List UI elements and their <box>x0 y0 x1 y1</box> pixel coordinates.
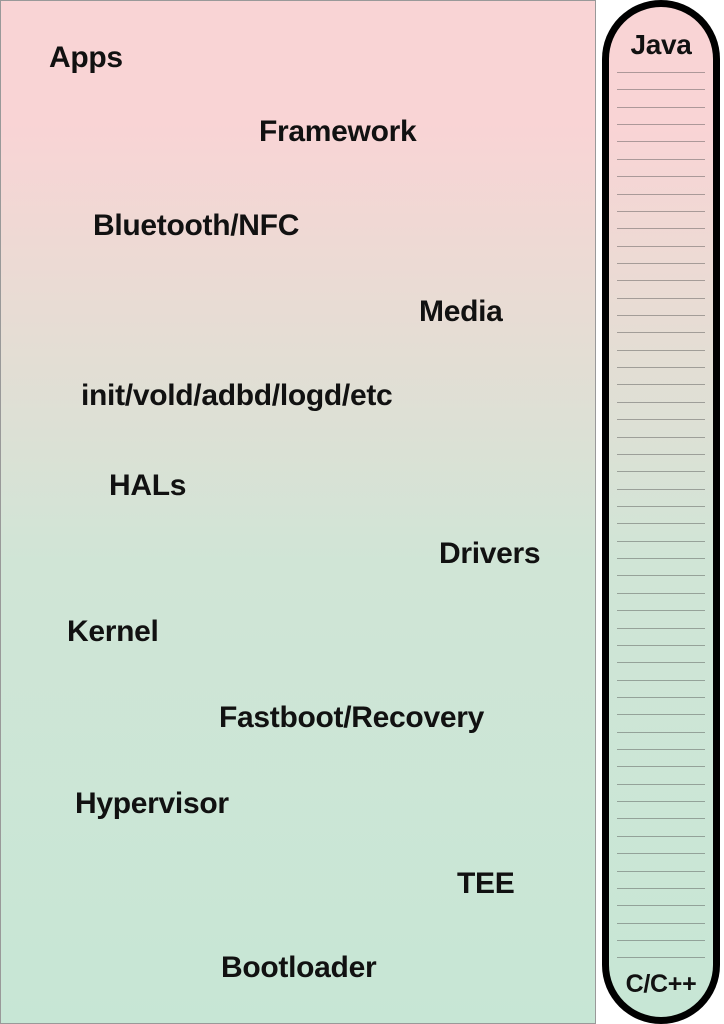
gauge-tick <box>617 141 705 142</box>
gauge-bottom-label: C/C++ <box>609 970 713 999</box>
gauge-tick <box>617 367 705 368</box>
gauge-tick <box>617 350 705 351</box>
gauge-tick <box>617 645 705 646</box>
gauge-tick <box>617 940 705 941</box>
gauge-tick <box>617 419 705 420</box>
gauge-tick <box>617 558 705 559</box>
gauge-tick <box>617 159 705 160</box>
gauge-tick <box>617 211 705 212</box>
gauge-tick <box>617 89 705 90</box>
gauge-tick <box>617 957 705 958</box>
layer-label: Media <box>419 295 503 329</box>
gauge-tick <box>617 263 705 264</box>
layer-stack-panel: Apps Framework Bluetooth/NFC Media init/vold… <box>0 0 596 1024</box>
gauge-tick <box>617 766 705 767</box>
gauge-tick <box>617 628 705 629</box>
gauge-tick <box>617 732 705 733</box>
layer-label: TEE <box>457 867 514 901</box>
gauge-tick <box>617 610 705 611</box>
layer-label: init/vold/adbd/logd/etc <box>81 379 392 413</box>
gauge-tick <box>617 107 705 108</box>
gauge-tick <box>617 315 705 316</box>
gauge-tick <box>617 575 705 576</box>
gauge-tick <box>617 818 705 819</box>
gauge-top-label: Java <box>609 29 713 61</box>
gauge-tick <box>617 506 705 507</box>
gauge-tick <box>617 680 705 681</box>
gauge-tick <box>617 246 705 247</box>
gauge-tick <box>617 72 705 73</box>
gauge-tick <box>617 471 705 472</box>
gauge-tick <box>617 489 705 490</box>
layer-label: Bluetooth/NFC <box>93 209 299 243</box>
language-gauge: Java C/C++ <box>602 0 720 1024</box>
gauge-tick <box>617 176 705 177</box>
gauge-tick <box>617 454 705 455</box>
layer-label: Bootloader <box>221 951 376 985</box>
gauge-tick <box>617 905 705 906</box>
gauge-tick <box>617 124 705 125</box>
layer-label: HALs <box>109 469 186 503</box>
gauge-tick <box>617 280 705 281</box>
gauge-tick <box>617 523 705 524</box>
gauge-tick <box>617 437 705 438</box>
gauge-tick <box>617 194 705 195</box>
gauge-tick <box>617 541 705 542</box>
gauge-tick <box>617 228 705 229</box>
gauge-tick <box>617 853 705 854</box>
gauge-tick <box>617 384 705 385</box>
layer-label: Fastboot/Recovery <box>219 701 484 735</box>
gauge-tick <box>617 801 705 802</box>
gauge-tick <box>617 871 705 872</box>
layer-label: Kernel <box>67 615 159 649</box>
layer-label: Drivers <box>439 537 540 571</box>
gauge-tick <box>617 888 705 889</box>
gauge-tick <box>617 836 705 837</box>
language-gauge-inner: Java C/C++ <box>609 7 713 1017</box>
gauge-tick <box>617 714 705 715</box>
gauge-tick <box>617 593 705 594</box>
gauge-tick <box>617 332 705 333</box>
gauge-tick <box>617 662 705 663</box>
gauge-tick <box>617 402 705 403</box>
gauge-tick <box>617 749 705 750</box>
gauge-tick <box>617 784 705 785</box>
layer-label: Apps <box>49 41 123 75</box>
gauge-tick <box>617 923 705 924</box>
layer-label: Framework <box>259 115 416 149</box>
gauge-tick-area <box>617 72 705 959</box>
gauge-tick <box>617 298 705 299</box>
layer-label: Hypervisor <box>75 787 229 821</box>
gauge-tick <box>617 697 705 698</box>
